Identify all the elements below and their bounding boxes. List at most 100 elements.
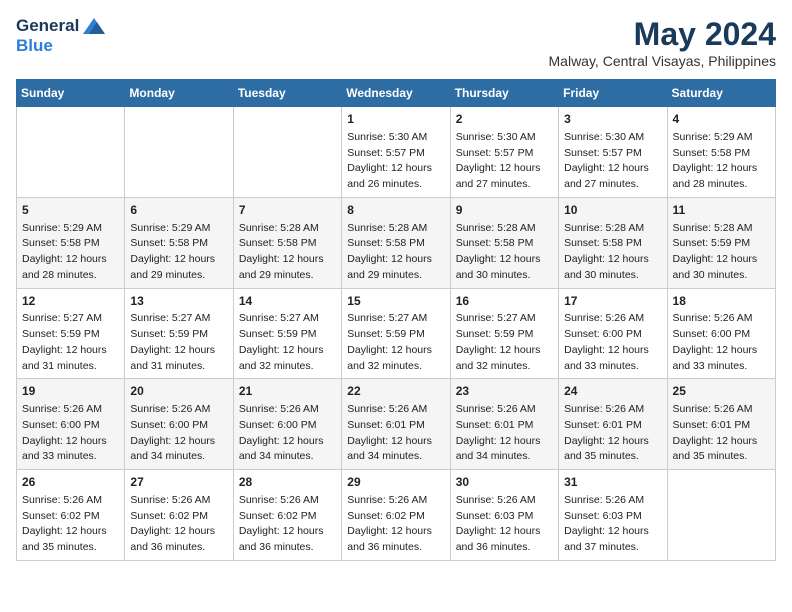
cell-line: Sunrise: 5:27 AM xyxy=(239,312,319,324)
calendar-cell: 23Sunrise: 5:26 AMSunset: 6:01 PMDayligh… xyxy=(450,379,558,470)
cell-line: Daylight: 12 hours xyxy=(239,344,324,356)
cell-line: and 34 minutes. xyxy=(130,450,205,462)
cell-line: Daylight: 12 hours xyxy=(564,525,649,537)
cell-line: Sunset: 5:58 PM xyxy=(130,237,208,249)
day-number: 7 xyxy=(239,202,336,219)
cell-line: and 33 minutes. xyxy=(673,360,748,372)
cell-line: Daylight: 12 hours xyxy=(239,525,324,537)
calendar-cell: 27Sunrise: 5:26 AMSunset: 6:02 PMDayligh… xyxy=(125,470,233,561)
day-number: 5 xyxy=(22,202,119,219)
calendar-cell: 1Sunrise: 5:30 AMSunset: 5:57 PMDaylight… xyxy=(342,107,450,198)
cell-line: Daylight: 12 hours xyxy=(239,253,324,265)
day-number: 28 xyxy=(239,474,336,491)
cell-line: and 30 minutes. xyxy=(456,269,531,281)
cell-line: Sunset: 6:02 PM xyxy=(22,510,100,522)
cell-line: Daylight: 12 hours xyxy=(130,525,215,537)
day-number: 22 xyxy=(347,383,444,400)
cell-line: Sunset: 6:00 PM xyxy=(564,328,642,340)
cell-line: Daylight: 12 hours xyxy=(347,435,432,447)
cell-line: Daylight: 12 hours xyxy=(22,435,107,447)
header-monday: Monday xyxy=(125,80,233,107)
cell-line: and 32 minutes. xyxy=(239,360,314,372)
cell-line: Daylight: 12 hours xyxy=(22,344,107,356)
cell-line: and 30 minutes. xyxy=(564,269,639,281)
cell-line: and 29 minutes. xyxy=(130,269,205,281)
calendar-cell: 21Sunrise: 5:26 AMSunset: 6:00 PMDayligh… xyxy=(233,379,341,470)
day-number: 31 xyxy=(564,474,661,491)
cell-data: Sunrise: 5:26 AMSunset: 6:02 PMDaylight:… xyxy=(347,493,444,556)
cell-line: Sunset: 5:58 PM xyxy=(456,237,534,249)
cell-line: Daylight: 12 hours xyxy=(347,344,432,356)
cell-line: Sunset: 6:00 PM xyxy=(239,419,317,431)
cell-line: and 34 minutes. xyxy=(347,450,422,462)
day-number: 1 xyxy=(347,111,444,128)
cell-line: Sunrise: 5:26 AM xyxy=(564,494,644,506)
calendar-cell: 14 Sunrise: 5:27 AM Sunset: 5:59 PM Dayligh… xyxy=(233,288,341,379)
cell-data: Sunrise: 5:27 AMSunset: 5:59 PMDaylight:… xyxy=(130,311,227,374)
cell-line: and 28 minutes. xyxy=(673,178,748,190)
cell-line: Sunrise: 5:26 AM xyxy=(564,312,644,324)
cell-line: Sunset: 5:58 PM xyxy=(239,237,317,249)
cell-line: Sunset: 6:01 PM xyxy=(673,419,751,431)
day-number: 24 xyxy=(564,383,661,400)
cell-line: Sunset: 5:58 PM xyxy=(347,237,425,249)
cell-line: Daylight: 12 hours xyxy=(673,253,758,265)
location-subtitle: Malway, Central Visayas, Philippines xyxy=(549,53,776,69)
day-number: 20 xyxy=(130,383,227,400)
calendar-table: SundayMondayTuesdayWednesdayThursdayFrid… xyxy=(16,79,776,561)
cell-line: Daylight: 12 hours xyxy=(564,435,649,447)
day-number: 14 xyxy=(239,293,336,310)
cell-data: Sunrise: 5:30 AMSunset: 5:57 PMDaylight:… xyxy=(456,130,553,193)
cell-line: Daylight: 12 hours xyxy=(239,435,324,447)
calendar-cell: 31 Sunrise: 5:26 AM Sunset: 6:03 PM Dayligh… xyxy=(559,470,667,561)
cell-line: and 36 minutes. xyxy=(347,541,422,553)
cell-line: Sunrise: 5:27 AM xyxy=(456,312,536,324)
cell-line: Sunset: 6:03 PM xyxy=(564,510,642,522)
cell-line: Daylight: 12 hours xyxy=(456,525,541,537)
cell-line: Sunset: 5:58 PM xyxy=(22,237,100,249)
cell-data: Sunrise: 5:26 AMSunset: 6:00 PMDaylight:… xyxy=(130,402,227,465)
cell-line: Sunset: 5:59 PM xyxy=(239,328,317,340)
cell-line: Sunrise: 5:26 AM xyxy=(347,403,427,415)
cell-data: Sunrise: 5:26 AM Sunset: 6:00 PM Daylight:… xyxy=(564,311,661,374)
cell-line: and 33 minutes. xyxy=(22,450,97,462)
cell-data: Sunrise: 5:29 AMSunset: 5:58 PMDaylight:… xyxy=(22,221,119,284)
cell-line: Sunrise: 5:28 AM xyxy=(239,222,319,234)
calendar-cell: 7 Sunrise: 5:28 AM Sunset: 5:58 PM Daylight… xyxy=(233,197,341,288)
cell-line: Daylight: 12 hours xyxy=(130,435,215,447)
calendar-cell: 9Sunrise: 5:28 AMSunset: 5:58 PMDaylight… xyxy=(450,197,558,288)
cell-line: Sunrise: 5:26 AM xyxy=(130,494,210,506)
cell-data: Sunrise: 5:26 AMSunset: 6:01 PMDaylight:… xyxy=(456,402,553,465)
cell-data: Sunrise: 5:26 AMSunset: 6:01 PMDaylight:… xyxy=(347,402,444,465)
cell-line: and 30 minutes. xyxy=(673,269,748,281)
logo: General Blue xyxy=(16,16,105,56)
cell-data: Sunrise: 5:26 AMSunset: 6:02 PMDaylight:… xyxy=(239,493,336,556)
cell-line: Sunrise: 5:28 AM xyxy=(564,222,644,234)
cell-data: Sunrise: 5:27 AMSunset: 5:59 PMDaylight:… xyxy=(22,311,119,374)
day-number: 11 xyxy=(673,202,770,219)
calendar-cell: 12Sunrise: 5:27 AMSunset: 5:59 PMDayligh… xyxy=(17,288,125,379)
cell-line: and 31 minutes. xyxy=(22,360,97,372)
cell-line: Daylight: 12 hours xyxy=(130,253,215,265)
logo-general: General xyxy=(16,16,79,36)
calendar-cell: 26Sunrise: 5:26 AMSunset: 6:02 PMDayligh… xyxy=(17,470,125,561)
cell-line: Daylight: 12 hours xyxy=(347,253,432,265)
cell-line: Daylight: 12 hours xyxy=(673,435,758,447)
cell-data: Sunrise: 5:26 AMSunset: 6:00 PMDaylight:… xyxy=(673,311,770,374)
calendar-header: SundayMondayTuesdayWednesdayThursdayFrid… xyxy=(17,80,776,107)
logo-icon xyxy=(83,18,105,34)
cell-line: Daylight: 12 hours xyxy=(456,253,541,265)
calendar-cell: 10 Sunrise: 5:28 AMSunset: 5:58 PMDayligh… xyxy=(559,197,667,288)
calendar-week-4: 19Sunrise: 5:26 AMSunset: 6:00 PMDayligh… xyxy=(17,379,776,470)
cell-line: Sunrise: 5:30 AM xyxy=(564,131,644,143)
cell-line: and 35 minutes. xyxy=(22,541,97,553)
cell-line: Sunrise: 5:26 AM xyxy=(456,494,536,506)
cell-line: Sunset: 5:57 PM xyxy=(564,147,642,159)
title-area: May 2024 Malway, Central Visayas, Philip… xyxy=(549,16,776,69)
cell-data: Sunrise: 5:26 AMSunset: 6:01 PMDaylight:… xyxy=(673,402,770,465)
day-number: 10 xyxy=(564,202,661,219)
day-number: 17 xyxy=(564,293,661,310)
cell-data: Sunrise: 5:28 AMSunset: 5:58 PMDaylight:… xyxy=(564,221,661,284)
cell-line: Daylight: 12 hours xyxy=(564,344,649,356)
calendar-cell: 8Sunrise: 5:28 AMSunset: 5:58 PMDaylight… xyxy=(342,197,450,288)
